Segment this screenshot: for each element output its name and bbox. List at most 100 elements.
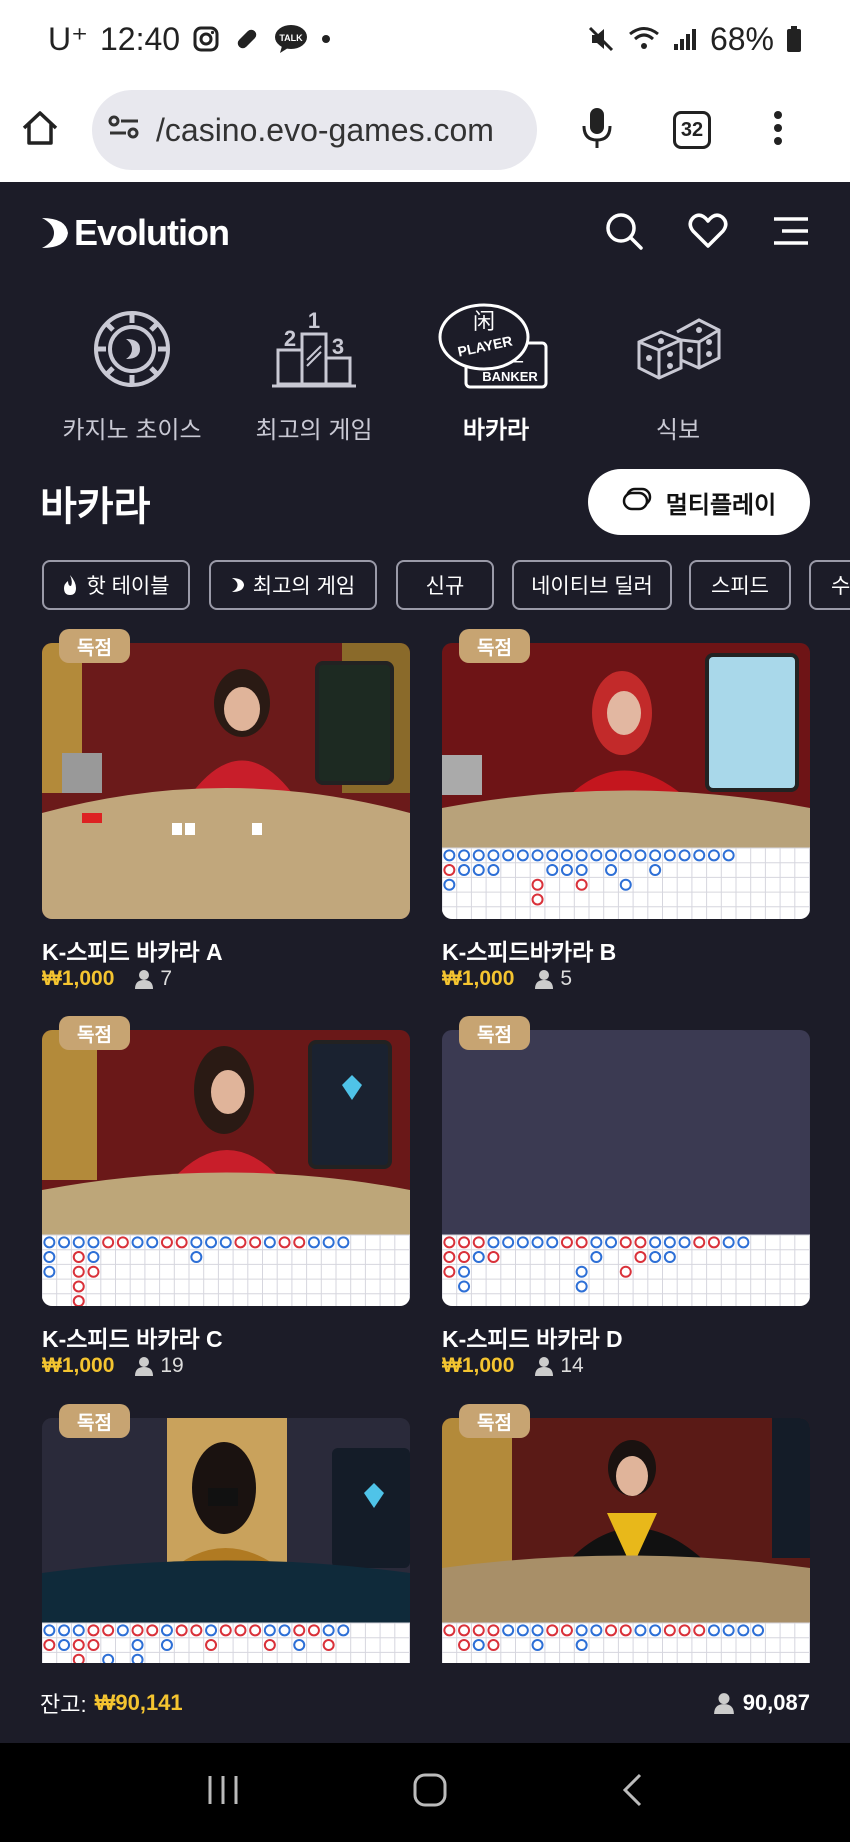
back-icon[interactable]: [620, 1772, 644, 1813]
exclusive-badge: 독점: [59, 1016, 130, 1050]
category-sic-bo[interactable]: 식보: [588, 294, 768, 445]
pill-icon: [232, 24, 262, 54]
microphone-icon[interactable]: [581, 106, 613, 155]
player-count-icon: [135, 1357, 154, 1376]
category-dragon[interactable]: 용: [770, 294, 850, 445]
filter-label: 네이티브 딜러: [531, 575, 653, 598]
game-title: K-스피드 바카라 A: [42, 939, 223, 965]
game-title: K-스피드 바카라 D: [442, 1326, 623, 1352]
filter-native-dealer[interactable]: 네이티브 딜러: [512, 560, 672, 610]
evolution-logo[interactable]: Evolution: [40, 212, 230, 254]
game-thumbnail: [442, 1030, 810, 1306]
game-title: K-스피드바카라 B: [442, 939, 617, 965]
evolution-mark-icon: [231, 578, 244, 592]
category-label: 식보: [655, 417, 701, 444]
min-bet: ₩1,000: [42, 967, 115, 990]
baccarat-icon: BANKER庄闲PLAYER: [406, 294, 586, 404]
player-count-icon: [135, 970, 154, 989]
min-bet: ₩1,000: [42, 1354, 115, 1377]
category-label: 카지노 초이스: [62, 417, 202, 444]
favorites-heart-icon[interactable]: [688, 212, 728, 254]
exclusive-badge: 독점: [59, 629, 130, 663]
signal-icon: [672, 26, 698, 52]
tab-switcher-button[interactable]: 32: [673, 111, 711, 149]
multiplay-icon: [622, 487, 652, 518]
instagram-icon: [192, 25, 220, 53]
brand-name: Evolution: [74, 212, 230, 253]
bead-road-board: [42, 1234, 410, 1306]
app-header: Evolution: [0, 182, 850, 284]
bead-road-board: [442, 1622, 810, 1663]
address-bar[interactable]: /casino.evo-games.com: [92, 90, 537, 170]
player-count-icon: [713, 1693, 734, 1714]
game-thumbnail: [42, 1030, 410, 1306]
bead-road-board: [442, 1234, 810, 1306]
clock: 12:40: [100, 20, 181, 57]
browser-menu-icon[interactable]: [773, 110, 783, 151]
carrier-label: U⁺: [48, 21, 88, 57]
balance-label: 잔고:: [40, 1692, 87, 1717]
filter-chips: 핫 테이블 최고의 게임 신규 네이티브 딜러 스피드 수: [40, 560, 850, 610]
filter-label: 스피드: [711, 575, 769, 598]
status-bar: U⁺ 12:40 TALK 68%: [0, 0, 850, 78]
hamburger-menu-icon[interactable]: [772, 216, 810, 251]
filter-hot-tables[interactable]: 핫 테이블: [42, 560, 190, 610]
podium-second-label: 2: [284, 326, 296, 351]
filter-label: 신규: [425, 575, 465, 598]
exclusive-badge: 독점: [459, 629, 530, 663]
balance-value: ₩90,141: [94, 1690, 183, 1715]
category-casino-choice[interactable]: 카지노 초이스: [42, 294, 222, 445]
chip-icon: [42, 294, 222, 404]
multiplay-label: 멀티플레이: [665, 491, 777, 519]
player-count-icon: [535, 1357, 554, 1376]
exclusive-badge: 독점: [459, 1016, 530, 1050]
player-count: 7: [160, 967, 173, 990]
podium-icon: 12 3: [224, 294, 404, 404]
min-bet: ₩1,000: [442, 967, 515, 990]
dragon-icon: [770, 294, 850, 404]
browser-toolbar: /casino.evo-games.com 32: [0, 78, 850, 182]
filter-top-games[interactable]: 최고의 게임: [209, 560, 377, 610]
battery-icon: [786, 25, 802, 53]
game-thumbnail: [442, 643, 810, 919]
multiplay-button[interactable]: 멀티플레이: [588, 469, 810, 535]
filter-label: 핫 테이블: [86, 575, 170, 598]
category-label: 최고의 게임: [255, 417, 373, 444]
evolution-mark-icon: [42, 218, 68, 248]
system-nav-bar: [0, 1743, 850, 1842]
dice-icon: [588, 294, 768, 404]
game-title: K-스피드 바카라 C: [42, 1326, 223, 1352]
recent-apps-icon[interactable]: [206, 1774, 240, 1811]
url-text: /casino.evo-games.com: [156, 111, 494, 148]
filter-label: 수: [831, 575, 850, 598]
category-label: 용: [770, 410, 850, 445]
category-nav: 카지노 초이스 12 3 최고의 게임 BANKER庄闲PLAYER 바카라 식보…: [0, 284, 850, 454]
filter-more[interactable]: 수: [809, 560, 850, 610]
site-settings-icon[interactable]: [108, 112, 140, 149]
filter-label: 최고의 게임: [252, 575, 356, 598]
category-top-games[interactable]: 12 3 최고의 게임: [224, 294, 404, 445]
player-count: 5: [560, 967, 573, 990]
flame-icon: [64, 575, 77, 595]
online-count: 90,087: [742, 1690, 810, 1715]
svg-text:闲: 闲: [473, 310, 495, 335]
game-thumbnail: [42, 643, 410, 919]
player-count-icon: [535, 970, 554, 989]
battery-percent: 68%: [709, 20, 774, 57]
home-button-icon[interactable]: [412, 1772, 448, 1813]
mute-icon: [586, 24, 616, 54]
bead-road-board: [442, 847, 810, 919]
filter-speed[interactable]: 스피드: [689, 560, 791, 610]
min-bet: ₩1,000: [442, 1354, 515, 1377]
notification-dot-icon: [320, 33, 332, 45]
chat-icon: TALK: [274, 24, 308, 54]
search-icon[interactable]: [604, 211, 644, 256]
chat-badge-text: TALK: [279, 33, 303, 43]
category-baccarat[interactable]: BANKER庄闲PLAYER 바카라: [406, 294, 586, 445]
bead-road-board: [42, 1622, 410, 1663]
game-thumbnail: [42, 1418, 410, 1663]
filter-new[interactable]: 신규: [396, 560, 494, 610]
game-thumbnail: [442, 1418, 810, 1663]
podium-first-label: 1: [308, 308, 320, 333]
home-icon[interactable]: [20, 108, 60, 153]
